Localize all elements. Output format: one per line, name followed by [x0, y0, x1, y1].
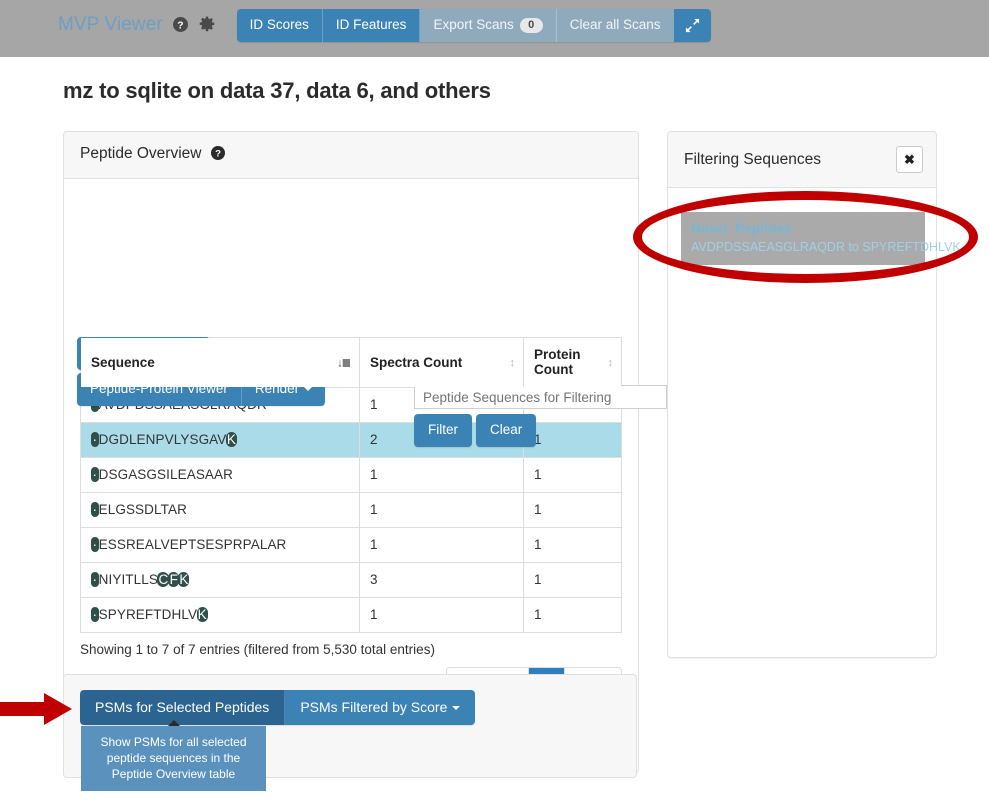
psms-filtered-by-score-label: PSMs Filtered by Score [300, 699, 448, 715]
filtering-sequence-range: AVDPDSSAEASGLRAQDR to SPYREFTDHLVK [691, 240, 961, 254]
nav-button-id-scores-label: ID Scores [249, 17, 309, 32]
nav-button-id-scores[interactable]: ID Scores [236, 9, 323, 42]
cell-sequence[interactable]: DSGASGSILEASAAR [81, 457, 360, 493]
nav-button-id-features[interactable]: ID Features [322, 9, 421, 42]
nav-button-id-features-label: ID Features [335, 17, 407, 32]
question-circle-icon[interactable]: ? [210, 146, 225, 165]
peptide-filter-input[interactable] [414, 385, 667, 409]
column-header-protein-count-label: Protein Count [534, 347, 581, 377]
filtering-sequence-name: Novel_Peptides [691, 221, 792, 236]
peptide-sequence: ELGSSDLTAR [90, 502, 187, 517]
residue-marker-icon [90, 572, 100, 587]
peptide-sequence: ESSREALVEPTSESPRPALAR [90, 537, 286, 552]
column-header-protein-count[interactable]: Protein Count ↕ [523, 338, 621, 388]
table-row[interactable]: SPYREFTDHLVK 11 [81, 597, 621, 633]
column-header-spectra-count[interactable]: Spectra Count ↕ [359, 338, 524, 388]
chevron-down-icon [452, 706, 461, 710]
highlighted-residue: K [225, 432, 237, 447]
cell-spectra-count: 3 [359, 562, 524, 598]
sort-desc-icon: ↓≣ [337, 357, 351, 369]
svg-text:?: ? [178, 20, 184, 31]
residue-marker-icon [90, 432, 100, 447]
cell-sequence[interactable]: ESSREALVEPTSESPRPALAR [81, 527, 360, 563]
top-navbar: MVP Viewer ? ID Scores ID Features Expor… [0, 0, 989, 57]
residue-marker-icon [90, 502, 100, 517]
cell-sequence[interactable]: DGDLENPVLYSGAVK [81, 422, 360, 458]
table-info-text: Showing 1 to 7 of 7 entries (filtered fr… [80, 642, 435, 657]
gear-icon[interactable] [199, 16, 215, 38]
column-header-spectra-count-label: Spectra Count [370, 354, 463, 370]
cell-protein-count: 1 [523, 457, 621, 493]
cell-sequence[interactable]: ELGSSDLTAR [81, 492, 360, 528]
svg-text:?: ? [215, 149, 221, 160]
cell-protein-count: 1 [523, 597, 621, 633]
question-circle-icon[interactable]: ? [173, 16, 189, 38]
peptide-overview-header: Peptide Overview ? [64, 132, 638, 179]
peptide-overview-table: Sequence ↓≣ Spectra Count ↕ Protein Coun… [81, 338, 621, 633]
peptide-sequence: DGDLENPVLYSGAVK [90, 432, 237, 447]
peptide-sequence: DSGASGSILEASAAR [90, 467, 233, 482]
column-header-sequence-label: Sequence [91, 354, 155, 370]
list-item[interactable]: Novel_Peptides AVDPDSSAEASGLRAQDR to SPY… [681, 212, 961, 265]
cell-protein-count: 1 [523, 527, 621, 563]
peptide-sequence: NIYITLLSCFK [90, 572, 190, 587]
column-header-sequence[interactable]: Sequence ↓≣ [81, 338, 360, 388]
filter-button-group: Filter Clear [414, 414, 669, 447]
filtering-sequences-title: Filtering Sequences [684, 150, 821, 168]
filtering-sequences-header: Filtering Sequences ✖ [668, 132, 936, 188]
table-row[interactable]: DSGASGSILEASAAR 11 [81, 457, 621, 493]
page-title: mz to sqlite on data 37, data 6, and oth… [63, 78, 491, 103]
close-icon[interactable]: ✖ [896, 146, 923, 173]
cell-spectra-count: 1 [359, 527, 524, 563]
app-brand: MVP Viewer ? [58, 14, 215, 38]
tooltip-arrow-icon [167, 720, 180, 726]
table-row[interactable]: ELGSSDLTAR 11 [81, 492, 621, 528]
sort-none-icon: ↕ [607, 356, 613, 369]
psms-filtered-by-score-button[interactable]: PSMs Filtered by Score [285, 690, 476, 725]
psm-button-group: PSMs for Selected Peptides PSMs Filtered… [80, 690, 476, 725]
nav-button-export-scans-label: Export Scans [433, 17, 514, 32]
table-row[interactable]: ESSREALVEPTSESPRPALAR 11 [81, 527, 621, 563]
highlighted-residue: K [178, 572, 190, 587]
psm-button-tooltip: Show PSMs for all selected peptide seque… [81, 720, 266, 791]
cell-spectra-count: 1 [359, 492, 524, 528]
app-brand-label: MVP Viewer [58, 13, 163, 35]
cell-spectra-count: 1 [359, 597, 524, 633]
table-header-row: Sequence ↓≣ Spectra Count ↕ Protein Coun… [81, 338, 621, 388]
sort-none-icon: ↕ [509, 356, 515, 369]
expand-arrows-icon[interactable] [673, 9, 711, 42]
filtering-sequences-panel: Filtering Sequences ✖ Novel_Peptides AVD… [667, 131, 961, 658]
psms-for-selected-peptides-button[interactable]: PSMs for Selected Peptides [80, 690, 286, 725]
peptide-table-head: Sequence ↓≣ Spectra Count ↕ Protein Coun… [81, 338, 621, 388]
residue-marker-icon [90, 467, 100, 482]
chevron-down-icon [304, 387, 313, 391]
navbar-inner: MVP Viewer ? ID Scores ID Features Expor… [58, 9, 711, 42]
clear-filter-button[interactable]: Clear [476, 414, 537, 447]
filter-button[interactable]: Filter [414, 414, 472, 447]
export-scans-count-badge: 0 [519, 17, 543, 33]
cell-spectra-count: 1 [359, 457, 524, 493]
peptide-table-wrapper: Sequence ↓≣ Spectra Count ↕ Protein Coun… [80, 337, 622, 633]
residue-marker-icon [90, 537, 100, 552]
annotation-arrow-pointer [0, 693, 72, 725]
nav-button-clear-all-scans-label: Clear all Scans [569, 17, 661, 32]
cell-sequence[interactable]: NIYITLLSCFK [81, 562, 360, 598]
residue-marker-icon [90, 607, 100, 622]
highlighted-residue: K [196, 607, 208, 622]
peptide-sequence: SPYREFTDHLVK [90, 607, 208, 622]
navbar-button-group: ID Scores ID Features Export Scans 0 Cle… [236, 9, 711, 42]
filter-block: Filter Clear [414, 385, 669, 447]
cell-sequence[interactable]: SPYREFTDHLVK [81, 597, 360, 633]
nav-button-export-scans[interactable]: Export Scans 0 [420, 9, 557, 42]
nav-button-clear-all-scans[interactable]: Clear all Scans [556, 9, 674, 42]
psm-tooltip-text: Show PSMs for all selected peptide seque… [100, 735, 247, 781]
cell-protein-count: 1 [523, 562, 621, 598]
cell-protein-count: 1 [523, 492, 621, 528]
table-row[interactable]: NIYITLLSCFK 31 [81, 562, 621, 598]
peptide-overview-title: Peptide Overview [80, 145, 202, 162]
